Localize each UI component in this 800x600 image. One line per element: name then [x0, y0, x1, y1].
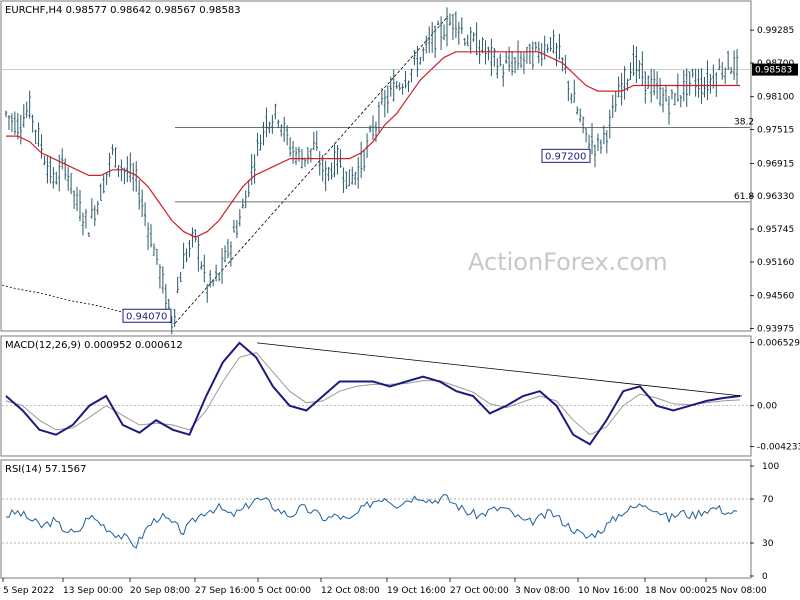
annotation-box: 0.97200 [541, 148, 591, 163]
rsi-panel: RSI(14) 57.1567 100 70 30 0 [0, 459, 779, 582]
price-panel-frame [0, 0, 752, 332]
macd-tick-label: 0.00 [757, 402, 777, 412]
x-axis: 5 Sep 2022 13 Sep 00:00 20 Sep 08:00 27 Sep… [2, 578, 767, 596]
x-tick-label: 18 Nov 00:00 [645, 586, 706, 596]
rsi-panel-frame [0, 459, 752, 579]
x-tick-label: 19 Oct 16:00 [387, 586, 446, 596]
price-header: EURCHF,H4 0.98577 0.98642 0.98567 0.9858… [5, 5, 241, 16]
macd-panel-frame [0, 335, 752, 457]
x-tick-label: 10 Nov 16:00 [578, 586, 639, 596]
annotation-text: 0.97200 [545, 151, 586, 162]
x-tick-label: 20 Sep 08:00 [130, 586, 190, 596]
price-tag-text: 0.98583 [755, 66, 792, 76]
x-tick-label: 27 Oct 00:00 [450, 586, 509, 596]
fib-label: 38.2 [734, 118, 754, 128]
price-tick-label: 0.99285 [757, 26, 794, 36]
price-tick-label: 0.94560 [757, 292, 794, 302]
price-tick-label: 0.96915 [757, 159, 794, 169]
annotation-text: 0.94070 [126, 311, 167, 322]
x-tick-label: 25 Nov 08:00 [706, 586, 767, 596]
price-tick-label: 0.98100 [757, 93, 794, 103]
price-panel: EURCHF,H4 0.98577 0.98642 0.98567 0.9858… [0, 0, 798, 335]
macd-title: MACD(12,26,9) 0.000952 0.000612 [5, 340, 183, 351]
rsi-title: RSI(14) 57.1567 [5, 464, 86, 475]
x-tick-label: 12 Oct 08:00 [321, 586, 380, 596]
price-y-axis: 0.992850.987000.981000.975150.969150.963… [750, 26, 798, 335]
rsi-y-axis: 100 70 30 0 [750, 462, 779, 582]
rsi-tick-label: 30 [762, 539, 774, 549]
watermark: ActionForex.com [468, 248, 668, 276]
x-tick-label: 27 Sep 16:00 [195, 586, 255, 596]
rsi-tick-label: 70 [762, 495, 774, 505]
macd-tick-label: 0.006529 [757, 339, 800, 349]
chart-canvas: EURCHF,H4 0.98577 0.98642 0.98567 0.9858… [0, 0, 800, 596]
price-tick-label: 0.95160 [757, 258, 794, 268]
x-tick-label: 13 Sep 00:00 [63, 586, 123, 596]
annotation-box: 0.94070 [122, 308, 172, 323]
x-tick-label: 5 Oct 00:00 [258, 586, 311, 596]
rsi-tick-label: 100 [762, 462, 779, 472]
x-tick-label: 5 Sep 2022 [3, 586, 54, 596]
price-tag: 0.98583 [752, 63, 798, 76]
x-tick-label: 3 Nov 08:00 [515, 586, 570, 596]
macd-y-axis: 0.006529 0.00 -0.004233 [750, 339, 800, 453]
macd-tick-label: -0.004233 [757, 443, 800, 453]
macd-panel: MACD(12,26,9) 0.000952 0.000612 0.006529… [0, 335, 800, 457]
rsi-tick-label: 0 [762, 572, 768, 582]
price-tick-label: 0.96330 [757, 192, 794, 202]
price-tick-label: 0.93975 [757, 325, 794, 335]
price-tick-label: 0.97515 [757, 126, 794, 136]
price-tick-label: 0.95745 [757, 225, 794, 235]
fib-label: 61.8 [734, 192, 754, 202]
